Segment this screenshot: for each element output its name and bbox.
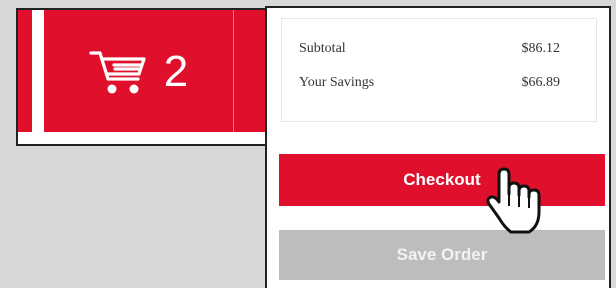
savings-label: Your Savings [299, 75, 375, 90]
subtotal-value: $86.12 [521, 41, 561, 56]
header-red-bar: 2 [18, 10, 268, 132]
site-header: 2 [16, 8, 268, 146]
subtotal-row: Subtotal $86.12 [299, 41, 560, 57]
order-summary: Subtotal $86.12 Your Savings $66.89 [281, 18, 597, 122]
savings-value: $66.89 [521, 75, 561, 90]
save-order-button[interactable]: Save Order [279, 230, 605, 280]
cart-count: 2 [163, 46, 189, 96]
header-separator-line [233, 10, 234, 132]
savings-row: Your Savings $66.89 [299, 75, 560, 91]
checkout-button[interactable]: Checkout [279, 154, 605, 206]
cart-icon [88, 47, 150, 97]
cart-dropdown-panel: Subtotal $86.12 Your Savings $66.89 Chec… [265, 6, 611, 288]
subtotal-label: Subtotal [299, 41, 346, 56]
header-divider [32, 10, 44, 132]
cart-button[interactable]: 2 [58, 24, 218, 119]
